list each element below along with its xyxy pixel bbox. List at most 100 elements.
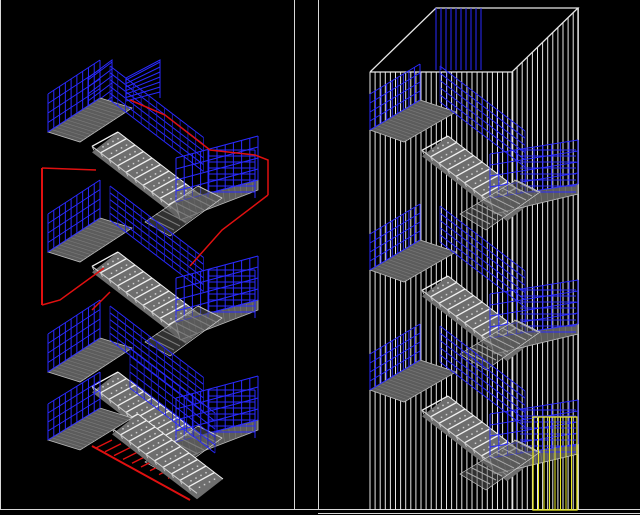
stair-tread-dot (476, 170, 478, 173)
stair-tread-dot (153, 185, 155, 187)
stair-tread-dot (154, 413, 157, 415)
stair-tread-dot (171, 445, 173, 448)
stair-tread-dot (462, 306, 465, 309)
stair-tread-dot (466, 316, 468, 318)
stair-tread-dot (449, 163, 451, 165)
stair-tread-dot (186, 470, 189, 473)
stair-tread-dot (195, 477, 197, 479)
stair-tread-dot (149, 295, 152, 298)
stair-tread-dot (442, 144, 444, 147)
stair-tread-dot (115, 389, 118, 392)
stair-tread-dot (183, 461, 185, 464)
stair-tread-dot (127, 405, 130, 408)
stair-tread-dot (178, 464, 180, 466)
stair-tread-dot (132, 162, 135, 165)
stair-tread-dot (432, 150, 434, 152)
stair-tread-dot (180, 432, 182, 435)
stair-tread-dot (450, 411, 453, 413)
stair-tread-dot (110, 272, 113, 275)
stair-tread-dot (474, 322, 477, 325)
stair-tread-dot (459, 417, 461, 420)
stair-tread-dot (174, 455, 177, 457)
stair-tread-dot (136, 292, 138, 294)
stair-tread-dot (191, 468, 194, 470)
stair-tread-dot (454, 300, 456, 302)
stair-tread-dot (474, 182, 477, 185)
stair-tread-dot (170, 198, 172, 200)
stair-tread-dot (169, 457, 172, 460)
stair-tread-dot (481, 167, 483, 170)
stair-tread-dot (107, 263, 109, 265)
stair-tread-dot (484, 177, 487, 179)
stair-tread-dot (107, 143, 109, 145)
stair-tread-dot (476, 430, 478, 433)
stair-tread-dot (472, 161, 475, 163)
stair-tread-dot (110, 392, 113, 395)
stair-tread-dot (134, 150, 136, 153)
stair-tread-dot (176, 183, 179, 185)
stair-tread-dot (459, 157, 461, 160)
stair-tread-dot (110, 152, 113, 155)
stair-tread-dot (190, 480, 192, 482)
stair-tread-dot (117, 377, 119, 380)
stair-tread-dot (161, 451, 163, 453)
stair-tread-dot (134, 270, 136, 273)
stair-tread-dot (146, 406, 148, 409)
stair-tread-dot (144, 298, 147, 301)
stair-tread-dot (493, 323, 495, 326)
stair-tread-dot (154, 293, 157, 295)
stair-tread-dot (127, 425, 129, 427)
stair-tread-dot (176, 303, 179, 305)
stair-tread-dot (161, 191, 164, 194)
stair-tread-dot (129, 393, 131, 396)
stair-tread-dot (474, 442, 477, 445)
stair-tread-dot (154, 432, 156, 435)
stair-tread-dot (466, 176, 468, 178)
stair-tread-dot (112, 380, 114, 383)
stair-tread-dot (464, 294, 466, 297)
stair-tread-dot (445, 413, 448, 416)
stair-tread-dot (112, 140, 114, 143)
stair-tread-dot (164, 460, 167, 463)
stair-tread-dot (168, 296, 170, 299)
stair-tread-dot (120, 147, 123, 149)
stair-tread-dot (196, 465, 199, 467)
stair-tread-dot (136, 412, 138, 414)
stair-tread-dot (476, 310, 478, 313)
stair-tread-dot (119, 159, 121, 161)
stair-tread-dot (132, 282, 135, 285)
stair-tread-dot (457, 169, 460, 172)
stair-tread-dot (208, 481, 211, 483)
stair-tread-dot (124, 396, 126, 398)
stair-tread-dot (139, 441, 141, 443)
stair-tread-dot (137, 280, 140, 282)
stair-tread-dot (130, 434, 133, 437)
stair-tread-dot (449, 423, 451, 425)
stair-tread-dot (125, 264, 128, 266)
stair-tread-dot (185, 189, 187, 192)
stair-tread-dot (142, 157, 145, 159)
stair-tread-dot (115, 149, 118, 152)
stair-tread-dot (127, 165, 130, 168)
stair-tread-dot (102, 266, 104, 268)
stair-tread-dot (457, 309, 460, 312)
stair-tread-dot (449, 303, 451, 305)
stair-tread-dot (156, 454, 158, 456)
stair-tread-dot (120, 267, 123, 269)
stair-tread-dot (147, 447, 150, 450)
stair-tread-dot (181, 473, 184, 476)
stair-tread-dot (125, 384, 128, 386)
stair-tread-dot (213, 478, 216, 480)
stair-tread-dot (149, 415, 152, 418)
stair-tread-dot (137, 160, 140, 162)
stair-tread-dot (151, 163, 153, 166)
stair-tread-dot (119, 279, 121, 281)
stair-tread-dot (125, 144, 128, 146)
stair-tread-dot (120, 387, 123, 389)
stair-tread-dot (157, 442, 160, 444)
stair-tread-dot (136, 172, 138, 174)
stair-tread-dot (168, 176, 170, 179)
stair-tread-dot (144, 178, 147, 181)
stair-tread-dot (149, 175, 152, 178)
stair-tread-dot (445, 293, 448, 296)
